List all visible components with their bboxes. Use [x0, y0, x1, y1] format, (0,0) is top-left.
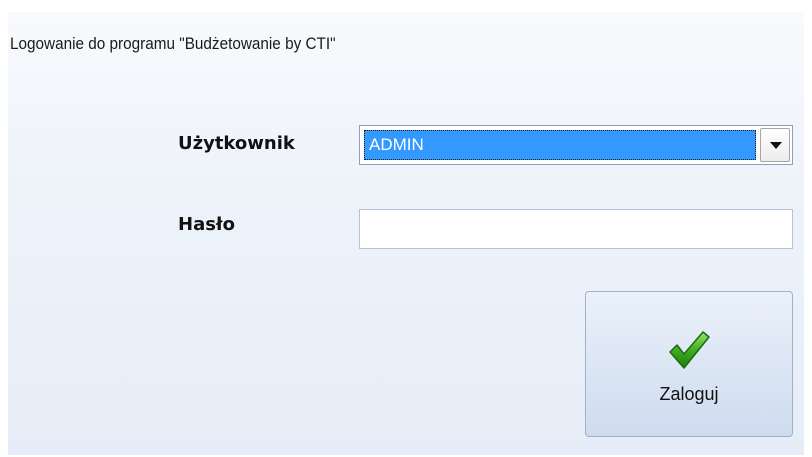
login-button[interactable]: Zaloguj [585, 291, 793, 437]
user-dropdown-button[interactable] [760, 128, 790, 162]
user-label: Użytkownik [178, 133, 295, 154]
dialog-title: Logowanie do programu "Budżetowanie by C… [10, 34, 336, 53]
chevron-down-icon [770, 142, 782, 149]
password-field[interactable] [359, 209, 793, 249]
user-select[interactable]: ADMIN [359, 125, 793, 165]
login-dialog: Logowanie do programu "Budżetowanie by C… [8, 12, 804, 455]
password-label: Hasło [178, 214, 235, 235]
login-button-label: Zaloguj [659, 384, 719, 404]
check-icon [669, 331, 710, 369]
user-selected-value[interactable]: ADMIN [364, 130, 756, 160]
